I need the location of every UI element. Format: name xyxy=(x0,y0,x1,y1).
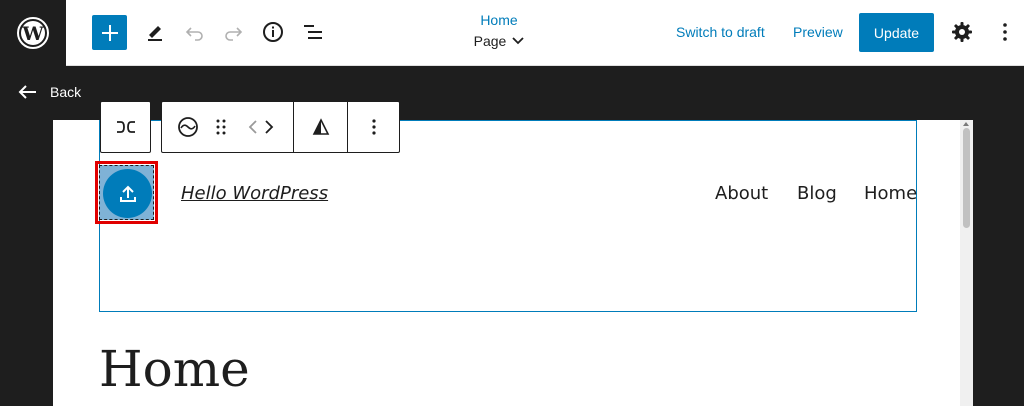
tools-button[interactable] xyxy=(140,17,170,47)
transform-icon xyxy=(116,121,135,133)
transform-block-button[interactable] xyxy=(101,102,150,152)
canvas-scrollbar[interactable] xyxy=(960,120,973,406)
document-type-dropdown[interactable]: Page xyxy=(474,30,525,52)
arrow-left-icon xyxy=(18,85,36,99)
block-toolbar-group-main xyxy=(161,101,400,153)
nav-item-blog[interactable]: Blog xyxy=(797,183,837,205)
undo-button[interactable] xyxy=(180,17,210,47)
add-block-button[interactable] xyxy=(92,15,127,50)
upload-icon xyxy=(119,185,136,202)
back-button[interactable]: Back xyxy=(18,84,81,100)
redo-button[interactable] xyxy=(218,17,248,47)
options-button[interactable] xyxy=(992,17,1018,47)
list-view-icon xyxy=(304,25,322,39)
document-bar[interactable]: Home Page xyxy=(437,10,561,52)
site-logo-icon xyxy=(178,117,198,137)
more-options-icon xyxy=(371,119,376,135)
gear-icon xyxy=(952,22,972,42)
nav-item-home[interactable]: Home xyxy=(864,183,917,205)
drag-handle-button[interactable] xyxy=(210,102,232,152)
page-title[interactable]: Home xyxy=(99,338,250,400)
block-toolbar-group-transform xyxy=(100,101,151,153)
list-view-button[interactable] xyxy=(298,17,328,47)
undo-icon xyxy=(185,27,203,41)
document-title[interactable]: Home xyxy=(437,10,561,30)
site-title[interactable]: Hello WordPress xyxy=(181,183,328,205)
editor-top-bar: W Home Page Switch to draft Preview Upda… xyxy=(0,0,1024,66)
switch-to-draft-button[interactable]: Switch to draft xyxy=(676,22,765,42)
alignment-button[interactable] xyxy=(294,102,347,152)
scrollbar-thumb[interactable] xyxy=(963,128,970,228)
site-logo-block[interactable] xyxy=(95,161,158,224)
chevron-down-icon xyxy=(512,37,524,45)
chevron-left-icon xyxy=(248,120,257,134)
more-vertical-icon xyxy=(1003,23,1007,41)
pencil-icon xyxy=(148,26,162,41)
plus-icon xyxy=(101,24,118,41)
drag-handle-icon xyxy=(216,119,226,135)
move-right-button[interactable] xyxy=(258,102,280,152)
upload-logo-button[interactable] xyxy=(103,169,152,218)
settings-button[interactable] xyxy=(947,17,977,47)
chevron-right-icon xyxy=(265,120,274,134)
svg-text:W: W xyxy=(21,23,44,45)
update-button[interactable]: Update xyxy=(859,13,934,52)
back-label: Back xyxy=(50,84,82,100)
alignment-icon xyxy=(312,118,329,135)
site-logo-placeholder[interactable] xyxy=(99,165,154,220)
nav-item-about[interactable]: About xyxy=(715,183,768,205)
wordpress-logo-button[interactable]: W xyxy=(0,0,66,66)
wordpress-logo-icon: W xyxy=(17,17,49,49)
document-type-label: Page xyxy=(473,33,507,49)
site-logo-block-icon-button[interactable] xyxy=(166,102,210,152)
details-button[interactable] xyxy=(258,17,288,47)
preview-button[interactable]: Preview xyxy=(793,22,843,42)
redo-icon xyxy=(225,27,243,41)
info-icon xyxy=(263,22,283,42)
scroll-up-arrow-icon[interactable] xyxy=(963,122,969,126)
block-more-options-button[interactable] xyxy=(348,102,399,152)
